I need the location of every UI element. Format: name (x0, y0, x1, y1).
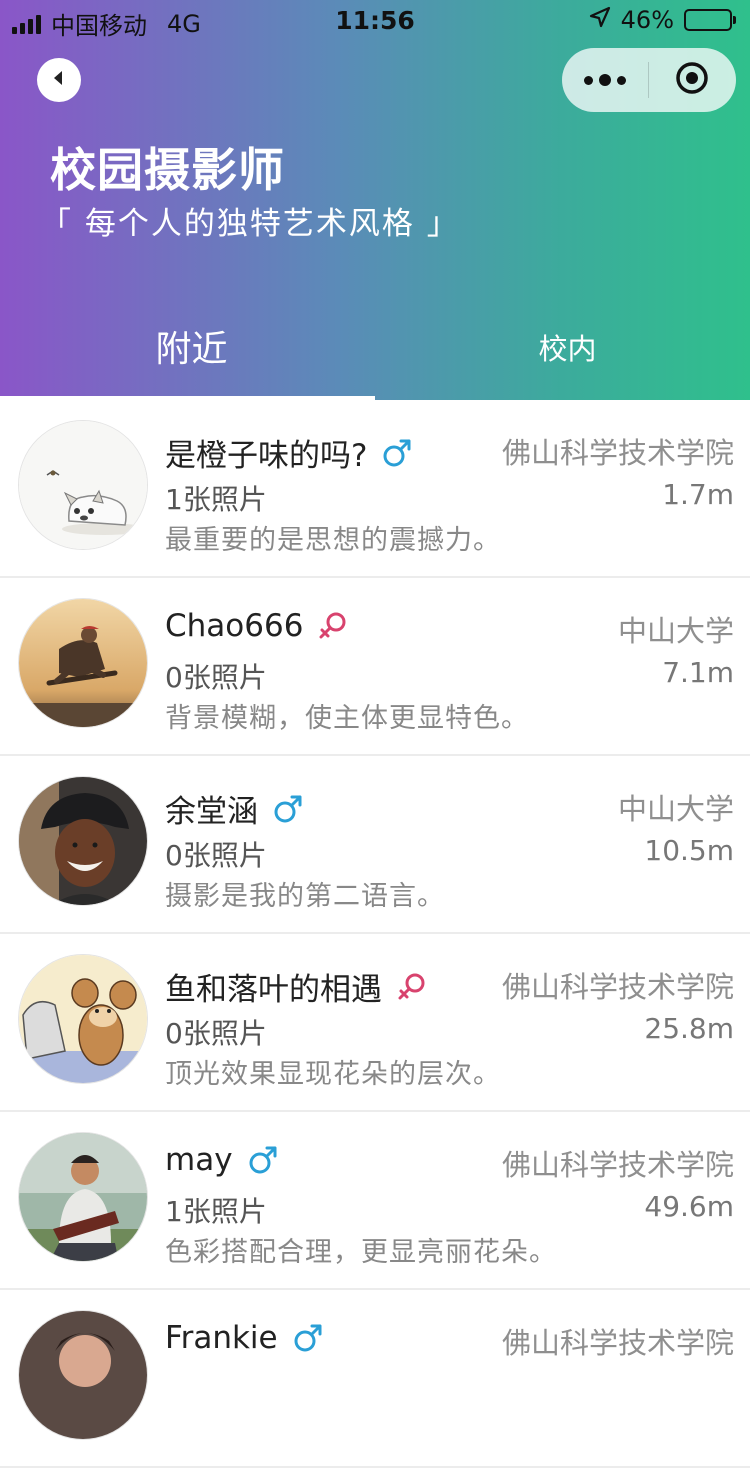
back-button[interactable] (37, 58, 81, 102)
bio-text: 摄影是我的第二语言。 (165, 881, 445, 912)
status-right: 46% (589, 6, 736, 34)
photo-count: 0张照片 (165, 839, 267, 872)
female-icon (317, 610, 349, 642)
miniapp-capsule (562, 48, 736, 112)
photo-count: 1张照片 (165, 1195, 267, 1228)
back-arrow-icon (49, 68, 69, 92)
bio-text: 最重要的是思想的震撼力。 (165, 525, 501, 556)
avatar[interactable] (18, 598, 148, 728)
male-icon (381, 437, 413, 469)
distance-label: 25.8m (644, 1012, 734, 1045)
page-title: 校园摄影师 (50, 143, 285, 197)
bio-text: 色彩搭配合理，更显亮丽花朵。 (165, 1237, 557, 1268)
name-text: 鱼和落叶的相遇 (165, 972, 382, 1008)
photographer-name: may (165, 1142, 279, 1178)
photographer-name: 鱼和落叶的相遇 (165, 964, 428, 1009)
avatar[interactable] (18, 954, 148, 1084)
school-label: 佛山科学技术学院 (501, 436, 734, 470)
bio-text: 背景模糊，使主体更显特色。 (165, 703, 529, 734)
avatar[interactable] (18, 420, 148, 550)
bio-text: 顶光效果显现花朵的层次。 (165, 1059, 501, 1090)
status-bar: 中国移动 4G 11:56 46% (0, 0, 750, 42)
avatar[interactable] (18, 776, 148, 906)
more-button[interactable] (562, 48, 648, 112)
female-icon (396, 971, 428, 1003)
battery-percent: 46% (620, 6, 674, 34)
photographer-name: 是橙子味的吗? (165, 430, 413, 475)
male-icon (272, 793, 304, 825)
name-text: 余堂涵 (165, 794, 258, 830)
photographer-list: 是橙子味的吗? 佛山科学技术学院 1张照片 1.7m 最重要的是思想的震撼力。 … (0, 400, 750, 1468)
name-text: Frankie (165, 1320, 278, 1356)
list-item[interactable]: 是橙子味的吗? 佛山科学技术学院 1张照片 1.7m 最重要的是思想的震撼力。 (0, 400, 750, 578)
avatar[interactable] (18, 1132, 148, 1262)
male-icon (247, 1144, 279, 1176)
photo-count: 0张照片 (165, 1017, 267, 1050)
list-item[interactable]: Frankie 佛山科学技术学院 (0, 1290, 750, 1468)
header: 中国移动 4G 11:56 46% 校园摄影师 「 每个人的独特艺术风格 」 附… (0, 0, 750, 400)
distance-label: 49.6m (644, 1190, 734, 1223)
list-item[interactable]: Chao666 中山大学 0张照片 7.1m 背景模糊，使主体更显特色。 (0, 578, 750, 756)
close-miniapp-button[interactable] (649, 48, 735, 112)
tab-nearby[interactable]: 附近 (4, 320, 379, 372)
avatar[interactable] (18, 1310, 148, 1440)
list-item[interactable]: may 佛山科学技术学院 1张照片 49.6m 色彩搭配合理，更显亮丽花朵。 (0, 1112, 750, 1290)
male-icon (292, 1322, 324, 1354)
list-item[interactable]: 鱼和落叶的相遇 佛山科学技术学院 0张照片 25.8m 顶光效果显现花朵的层次。 (0, 934, 750, 1112)
distance-label: 1.7m (662, 478, 734, 511)
school-label: 佛山科学技术学院 (501, 1326, 734, 1360)
school-label: 中山大学 (617, 792, 734, 826)
photo-count: 0张照片 (165, 661, 267, 694)
photo-count: 1张照片 (165, 483, 267, 516)
target-circle-icon (674, 60, 710, 100)
page-subtitle: 「 每个人的独特艺术风格 」 (40, 206, 460, 242)
name-text: 是橙子味的吗? (165, 438, 368, 474)
distance-label: 7.1m (662, 656, 734, 689)
photographer-name: Chao666 (165, 608, 349, 644)
list-item[interactable]: 余堂涵 中山大学 0张照片 10.5m 摄影是我的第二语言。 (0, 756, 750, 934)
photographer-name: 余堂涵 (165, 786, 304, 831)
tab-campus[interactable]: 校内 (380, 326, 750, 368)
name-text: Chao666 (165, 608, 304, 644)
school-label: 中山大学 (617, 614, 734, 648)
distance-label: 10.5m (644, 834, 734, 867)
photographer-name: Frankie (165, 1320, 324, 1356)
location-icon (589, 6, 611, 34)
battery-icon (684, 9, 736, 31)
school-label: 佛山科学技术学院 (501, 970, 734, 1004)
school-label: 佛山科学技术学院 (501, 1148, 734, 1182)
name-text: may (165, 1142, 233, 1178)
